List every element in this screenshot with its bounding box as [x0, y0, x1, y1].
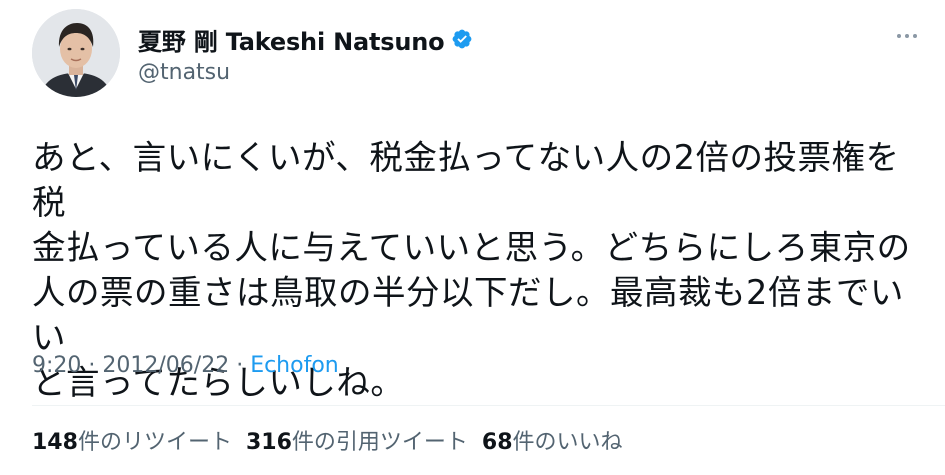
tweet-stats: 148件のリツイート 316件の引用ツイート 68件のいいね — [32, 424, 637, 456]
avatar[interactable] — [32, 9, 120, 97]
likes-stat[interactable]: 68件のいいね — [482, 430, 623, 455]
quotes-count: 316 — [245, 430, 292, 455]
likes-count: 68 — [481, 430, 513, 455]
profile-photo — [32, 9, 120, 97]
verified-badge-icon — [453, 29, 472, 49]
more-options-icon[interactable] — [889, 22, 925, 50]
retweets-stat[interactable]: 148件のリツイート — [32, 430, 232, 455]
meta-separator: · — [229, 353, 251, 378]
author-handle[interactable]: @tnatsu — [138, 60, 230, 85]
likes-label: 件のいいね — [512, 430, 623, 455]
quotes-label: 件の引用ツイート — [291, 430, 468, 455]
author-name-row[interactable]: 夏野 剛 Takeshi Natsuno — [138, 22, 473, 56]
quotes-stat[interactable]: 316件の引用ツイート — [246, 430, 468, 455]
tweet-meta: 9:20 · 2012/06/22 · Echofon — [32, 353, 339, 378]
retweets-count: 148 — [32, 430, 78, 455]
meta-separator: · — [81, 353, 103, 378]
tweet-source-link[interactable]: Echofon — [250, 353, 339, 378]
tweet-time[interactable]: 9:20 — [32, 353, 81, 378]
divider — [32, 405, 945, 406]
tweet-date[interactable]: 2012/06/22 — [102, 353, 229, 378]
display-name[interactable]: 夏野 剛 Takeshi Natsuno — [138, 22, 445, 57]
retweets-label: 件のリツイート — [77, 430, 232, 455]
